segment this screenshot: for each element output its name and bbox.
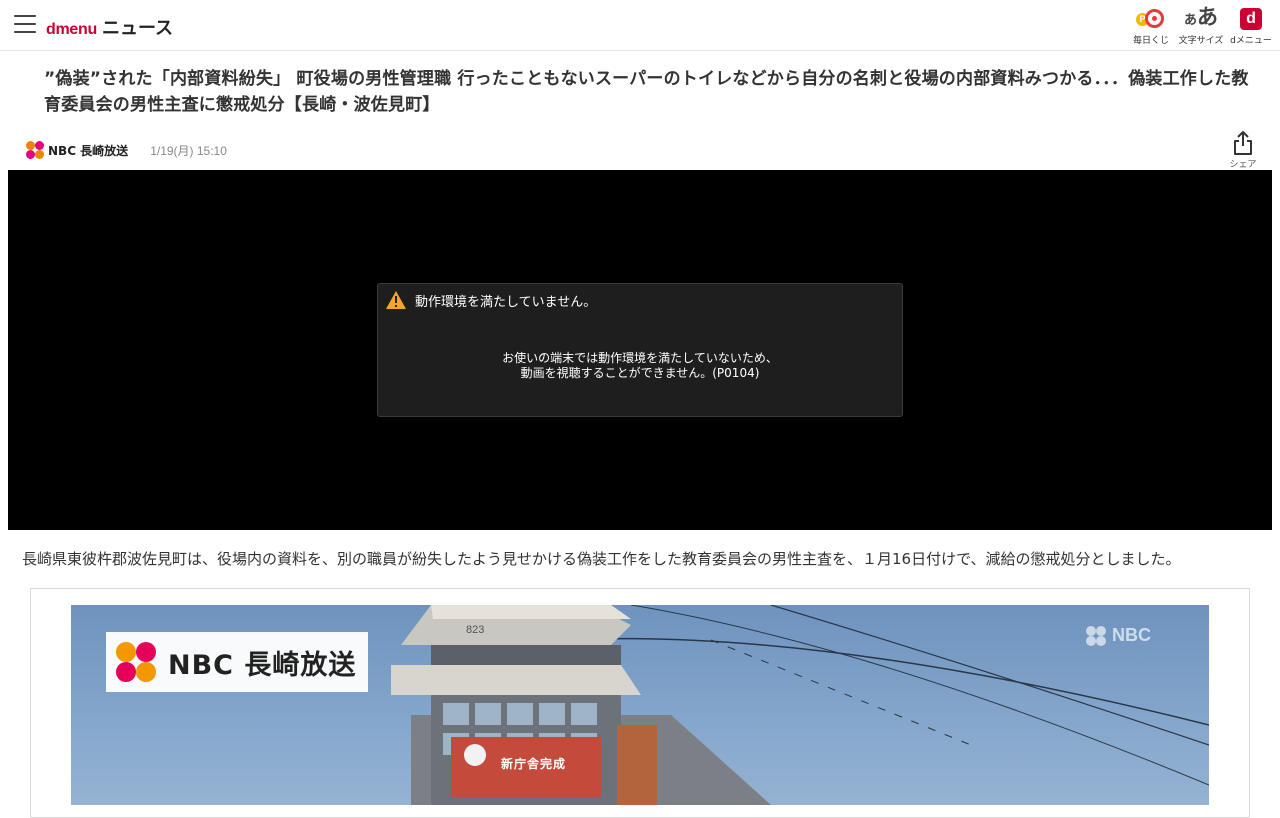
share-label: シェア — [1229, 160, 1257, 170]
source-link[interactable]: NBC 長崎放送 — [26, 141, 128, 159]
header-tools: P 毎日くじ ああ 文字サイズ d dメニュー — [1128, 5, 1274, 46]
article-lead: 長崎県東彼杵郡波佐見町は、役場内の資料を、別の職員が紛失したよう見せかける偽装工… — [22, 550, 1181, 568]
dmenu-label: dメニュー — [1230, 36, 1272, 46]
nbc-banner-logo-icon — [116, 642, 156, 682]
article-figure: 823 NBC 長崎放送 NBC 新庁舎完成 — [30, 588, 1250, 818]
error-message-line1: お使いの端末では動作環境を満たしていないため、 — [502, 351, 778, 365]
nbc-logo-icon — [26, 141, 44, 159]
nbc-banner: NBC 長崎放送 — [106, 632, 368, 692]
menu-hamburger-icon[interactable] — [14, 15, 36, 35]
publish-date: 1/19(月) 15:10 — [150, 143, 227, 158]
site-logo[interactable]: dmenu ニュース — [46, 14, 173, 40]
daily-lottery-button[interactable]: P 毎日くじ — [1128, 6, 1174, 46]
error-message-line2: 動画を視聴することができません。(P0104) — [520, 366, 760, 380]
logo-brand: dmenu — [46, 21, 97, 38]
nbc-watermark: NBC — [1086, 625, 1151, 646]
error-message: お使いの端末では動作環境を満たしていないため、 動画を視聴することができません。… — [378, 351, 902, 381]
article-title: ”偽装”された「内部資料紛失」 町役場の男性管理職 行ったこともないスーパーのト… — [44, 69, 1249, 115]
watermark-text: NBC — [1112, 625, 1151, 645]
article-source-row: NBC 長崎放送 1/19(月) 15:10 — [26, 141, 227, 159]
video-error-dialog: 動作環境を満たしていません。 お使いの端末では動作環境を満たしていないため、 動… — [377, 283, 903, 417]
text-size-icon: ああ — [1183, 5, 1218, 29]
daily-lottery-label: 毎日くじ — [1132, 36, 1169, 46]
source-name: NBC 長崎放送 — [48, 143, 129, 158]
site-header: dmenu ニュース P 毎日くじ ああ 文字サイズ d dメニュー — [0, 0, 1280, 51]
text-size-label: 文字サイズ — [1178, 36, 1224, 46]
warning-icon — [386, 291, 406, 309]
error-title: 動作環境を満たしていません。 — [415, 294, 597, 310]
error-header: 動作環境を満たしていません。 — [385, 290, 596, 310]
share-button[interactable]: シェア — [1224, 130, 1262, 170]
watermark-logo-icon — [1086, 625, 1106, 646]
building-sign: 新庁舎完成 — [501, 757, 567, 771]
nbc-banner-text: NBC 長崎放送 — [168, 649, 357, 681]
dmenu-icon: d — [1240, 8, 1262, 30]
lottery-icon: P — [1136, 7, 1166, 31]
svg-text:823: 823 — [466, 624, 484, 636]
article-photo[interactable]: 823 NBC 長崎放送 NBC 新庁舎完成 — [71, 605, 1209, 805]
video-player[interactable]: 動作環境を満たしていません。 お使いの端末では動作環境を満たしていないため、 動… — [8, 170, 1272, 530]
text-size-button[interactable]: ああ 文字サイズ — [1178, 5, 1224, 46]
logo-section: ニュース — [101, 18, 174, 39]
dmenu-button[interactable]: d dメニュー — [1228, 6, 1274, 46]
share-icon — [1234, 131, 1252, 155]
